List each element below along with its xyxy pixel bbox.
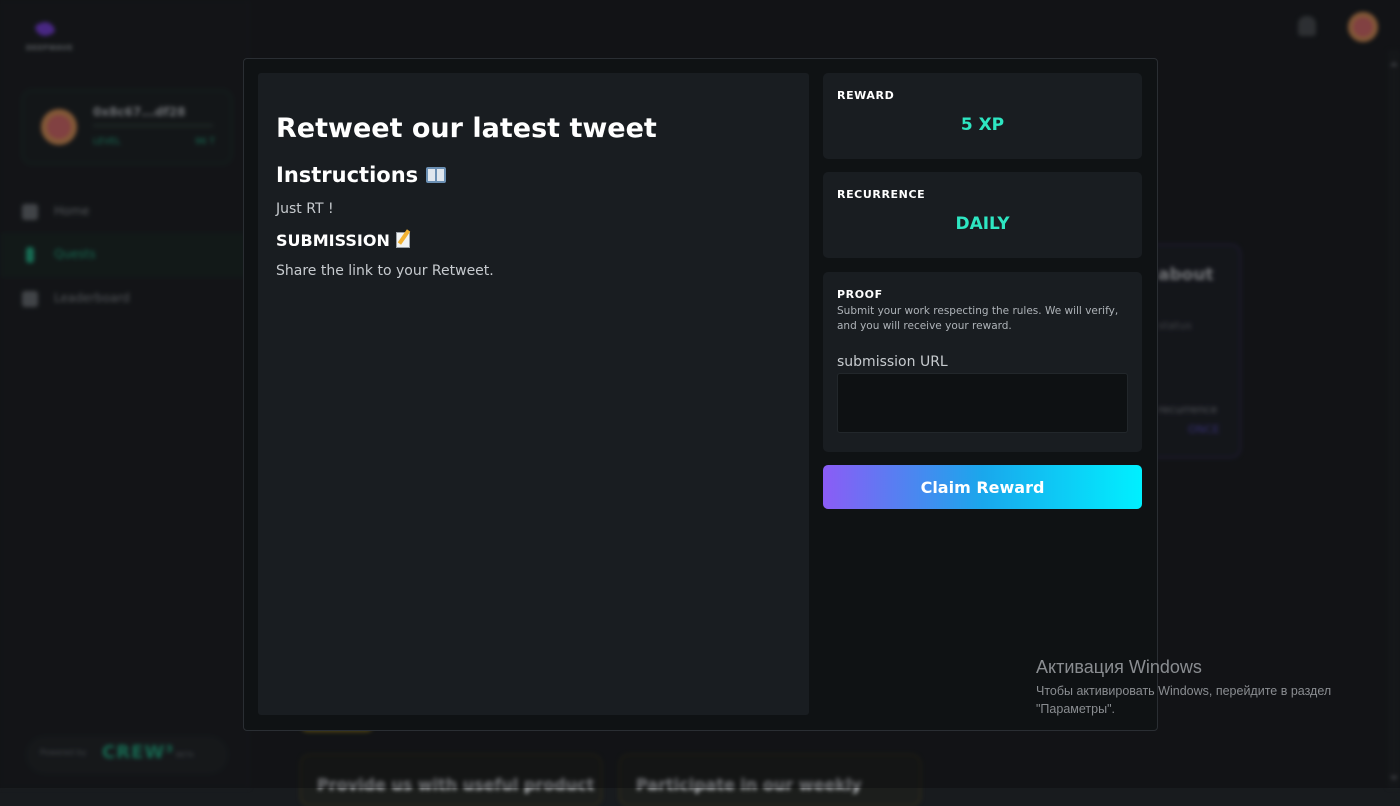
recurrence-card: RECURRENCE DAILY: [823, 172, 1142, 258]
windows-activation-subtitle: Чтобы активировать Windows, перейдите в …: [1036, 684, 1332, 716]
submission-url-label: submission URL: [837, 354, 948, 370]
recurrence-value: DAILY: [955, 214, 1010, 234]
submission-heading: SUBMISSION: [276, 231, 410, 250]
submission-heading-text: SUBMISSION: [276, 231, 390, 250]
memo-icon: [395, 232, 410, 248]
reward-value: 5 XP: [960, 115, 1005, 135]
proof-label: PROOF: [837, 288, 883, 301]
reward-card: REWARD 5 XP: [823, 73, 1142, 159]
windows-activation-title: Активация Windows: [1036, 657, 1202, 677]
reward-label: REWARD: [837, 89, 895, 102]
claim-reward-button[interactable]: Claim Reward: [823, 465, 1142, 509]
proof-card: PROOF Submit your work respecting the ru…: [823, 272, 1142, 452]
instructions-text: Just RT !: [276, 201, 334, 217]
submission-text: Share the link to your Retweet.: [276, 263, 494, 279]
quest-details-panel: Retweet our latest tweet Instructions Ju…: [258, 73, 809, 715]
instructions-heading-text: Instructions: [276, 163, 419, 187]
instructions-heading: Instructions: [276, 163, 447, 187]
submission-url-input[interactable]: [837, 373, 1128, 433]
quest-modal: Retweet our latest tweet Instructions Ju…: [243, 58, 1158, 731]
proof-description: Submit your work respecting the rules. W…: [837, 305, 1119, 332]
quest-title: Retweet our latest tweet: [276, 113, 657, 144]
recurrence-label: RECURRENCE: [837, 188, 926, 201]
open-book-icon: [426, 167, 447, 183]
